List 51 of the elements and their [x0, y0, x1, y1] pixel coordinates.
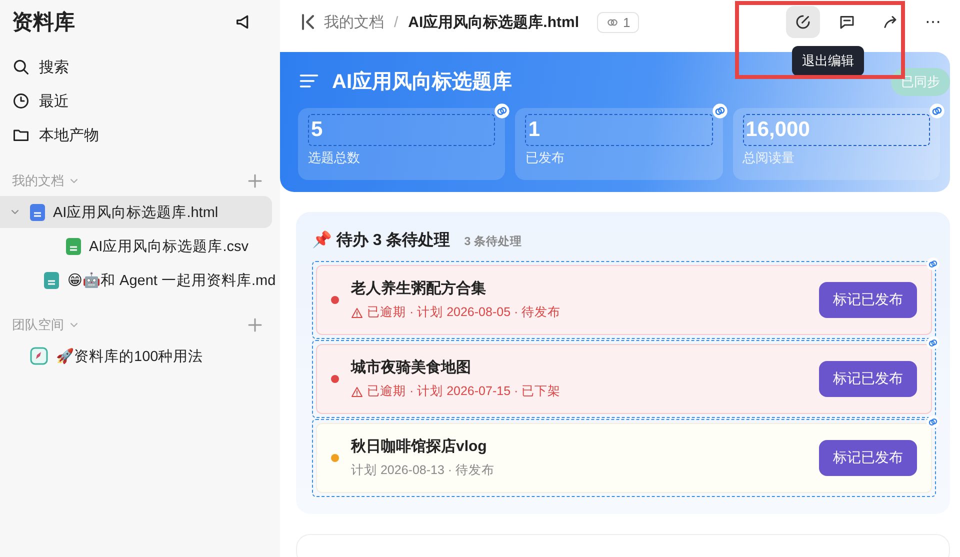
edit-button[interactable]	[786, 6, 820, 38]
plus-icon	[246, 172, 264, 190]
stat-label: 总阅读量	[742, 149, 796, 167]
plus-icon	[246, 316, 264, 334]
breadcrumb-separator: /	[394, 14, 398, 30]
breadcrumb-link[interactable]: 我的文档	[324, 12, 384, 32]
todo-item-title: 城市夜骑美食地图	[351, 358, 472, 377]
link-icon	[926, 257, 940, 271]
clock-icon	[12, 92, 30, 110]
link-count-button[interactable]: 1	[597, 12, 640, 32]
sidebar-item[interactable]: AI应用风向标选题库.csv	[0, 230, 272, 262]
warning-icon	[351, 306, 363, 318]
stat-label: 已发布	[525, 149, 566, 167]
mark-published-button[interactable]: 标记已发布	[819, 440, 917, 476]
nav-item[interactable]: 最近	[0, 84, 272, 118]
rocket-icon	[30, 347, 48, 365]
stat-value: 16,000	[742, 114, 930, 146]
stat-value: 1	[525, 114, 713, 146]
search-icon	[12, 58, 30, 76]
warning-icon	[351, 386, 363, 398]
todo-title: 📌 待办 3 条待处理	[312, 230, 450, 251]
link-icon	[494, 103, 510, 119]
sync-badge: 已同步	[891, 68, 950, 96]
todo-subtitle: 3 条待处理	[464, 234, 522, 249]
link-icon	[928, 103, 945, 119]
tooltip: 退出编辑	[792, 46, 864, 76]
file-icon	[30, 204, 45, 220]
comment-icon	[838, 13, 856, 31]
todo-item-meta: 已逾期 · 计划 2026-08-05 · 待发布	[367, 304, 561, 321]
link-icon	[926, 336, 940, 350]
banner-title: AI应用风向标选题库	[332, 70, 512, 94]
nav-item[interactable]: 搜索	[0, 50, 272, 84]
todo-item-meta: 计划 2026-08-13 · 待发布	[351, 462, 495, 479]
breadcrumb-current: AI应用风向标选题库.html	[408, 12, 580, 32]
mark-published-button[interactable]: 标记已发布	[819, 282, 917, 318]
file-icon	[44, 272, 60, 288]
link-icon	[712, 103, 728, 119]
sidebar-title: 资料库	[12, 10, 75, 36]
todo-item-meta: 已逾期 · 计划 2026-07-15 · 已下架	[367, 383, 561, 400]
todo-item-title: 老人养生粥配方合集	[351, 279, 487, 298]
pen-icon	[794, 13, 812, 31]
sidebar-item[interactable]: 🚀资料库的100种用法	[0, 340, 272, 372]
sidebar-item[interactable]: AI应用风向标选题库.html	[0, 196, 272, 228]
mark-published-button[interactable]: 标记已发布	[819, 361, 917, 397]
todo-item-title: 秋日咖啡馆探店vlog	[351, 437, 488, 456]
stat-label: 选题总数	[308, 149, 361, 167]
nav-item[interactable]: 本地产物	[0, 118, 272, 152]
stat-value: 5	[308, 114, 496, 146]
spreadsheet-file-icon	[66, 238, 81, 254]
sidebar-collapse-icon[interactable]	[302, 14, 314, 30]
more-button[interactable]: ⋯	[918, 12, 948, 32]
